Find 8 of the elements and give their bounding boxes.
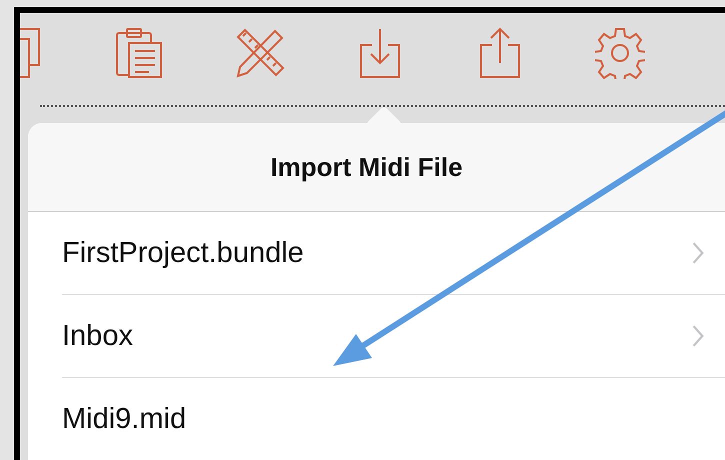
chevron-icon <box>691 241 705 265</box>
popover-title: Import Midi File <box>270 152 463 182</box>
file-list-item[interactable]: Midi9.mid <box>62 378 725 460</box>
clipboard-icon[interactable] <box>115 27 165 79</box>
settings-icon[interactable] <box>595 27 645 79</box>
chevron-icon <box>691 324 705 348</box>
ruler-pencil-icon[interactable] <box>235 27 285 79</box>
file-list-item[interactable]: FirstProject.bundle <box>62 212 725 295</box>
